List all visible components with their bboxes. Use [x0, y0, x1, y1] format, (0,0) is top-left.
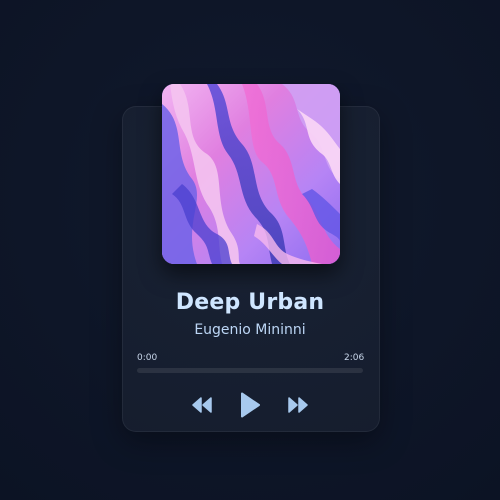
- playback-controls: [122, 388, 378, 422]
- progress-bar[interactable]: [137, 368, 363, 373]
- total-time: 2:06: [344, 353, 365, 363]
- track-title: Deep Urban: [175, 290, 325, 315]
- music-player-screen: Deep Urban Eugenio Mininni 0:00 2:06: [0, 0, 500, 500]
- play-icon: [241, 392, 260, 418]
- rewind-button[interactable]: [190, 397, 214, 413]
- album-art: [162, 84, 340, 264]
- current-time: 0:00: [137, 353, 158, 363]
- artist-name: Eugenio Mininni: [194, 322, 306, 338]
- fast-forward-button[interactable]: [286, 397, 310, 413]
- play-button[interactable]: [238, 391, 262, 419]
- album-art-image: [162, 84, 340, 264]
- rewind-icon: [192, 397, 212, 413]
- fast-forward-icon: [288, 397, 308, 413]
